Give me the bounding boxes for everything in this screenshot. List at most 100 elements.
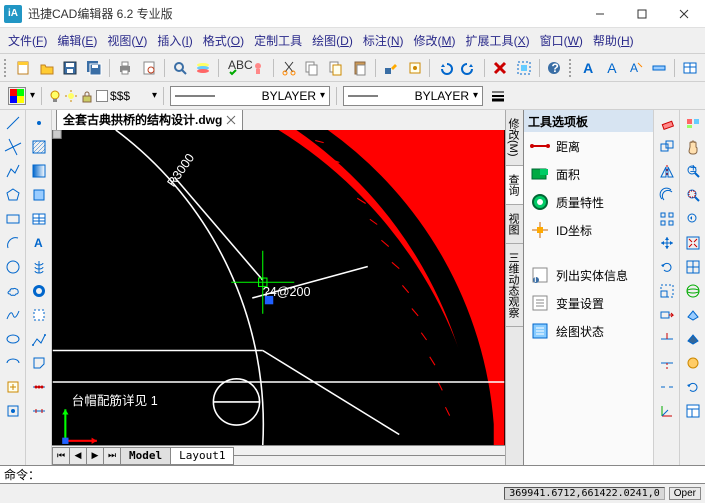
circle-tool[interactable] xyxy=(2,256,24,278)
open-file-button[interactable] xyxy=(36,57,58,79)
print-preview-button[interactable] xyxy=(138,57,160,79)
menu-view[interactable]: 视图(V) xyxy=(103,30,151,51)
line-tool[interactable] xyxy=(2,112,24,134)
cut-button[interactable] xyxy=(278,57,300,79)
copy-tool[interactable] xyxy=(656,136,678,158)
layer-dropdown[interactable]: $$$ ▾ xyxy=(48,89,157,103)
mtext-tool[interactable]: A xyxy=(28,232,50,254)
spellcheck-button[interactable]: ABC xyxy=(223,57,245,79)
make-block-tool[interactable] xyxy=(2,400,24,422)
tab-first-button[interactable]: ⏮ xyxy=(52,447,70,465)
drawing-canvas[interactable]: R3000 ?4@200 台帽配筋详见 1 xyxy=(52,130,505,445)
menu-extend-tools[interactable]: 扩展工具(X) xyxy=(462,30,534,51)
measure-tool[interactable] xyxy=(28,400,50,422)
extend-tool[interactable] xyxy=(656,352,678,374)
menu-insert[interactable]: 插入(I) xyxy=(153,30,196,51)
palette-item-setvar[interactable]: 变量设置 xyxy=(524,289,653,317)
hide-tool[interactable] xyxy=(682,304,704,326)
palette-item-area[interactable]: 面积 xyxy=(524,160,653,188)
zoom-window-tool[interactable] xyxy=(682,184,704,206)
palette-tab-view[interactable]: 视图 xyxy=(506,205,523,244)
toolbar-grip[interactable] xyxy=(569,59,573,77)
boundary-tool[interactable] xyxy=(28,352,50,374)
divide-tool[interactable] xyxy=(28,376,50,398)
menu-annotate[interactable]: 标注(N) xyxy=(359,30,408,51)
menu-draw[interactable]: 绘图(D) xyxy=(308,30,357,51)
print-button[interactable] xyxy=(114,57,136,79)
viewport-tool[interactable] xyxy=(682,256,704,278)
linetype-dropdown[interactable]: BYLAYER ▾ xyxy=(170,86,330,106)
layer-button[interactable] xyxy=(192,57,214,79)
menu-window[interactable]: 窗口(W) xyxy=(536,30,587,51)
dim-style-icon[interactable] xyxy=(649,57,671,79)
save-all-button[interactable] xyxy=(83,57,105,79)
tab-prev-button[interactable]: ◀ xyxy=(69,447,87,465)
hatch-tool[interactable] xyxy=(28,136,50,158)
undo-button[interactable] xyxy=(434,57,456,79)
scale-tool[interactable] xyxy=(656,280,678,302)
shade-tool[interactable] xyxy=(682,328,704,350)
tab-next-button[interactable]: ▶ xyxy=(86,447,104,465)
palette-item-list[interactable]: i 列出实体信息 xyxy=(524,261,653,289)
menu-edit[interactable]: 编辑(E) xyxy=(53,30,101,51)
status-oper-button[interactable]: Oper xyxy=(669,487,701,500)
close-button[interactable] xyxy=(663,0,705,28)
copy-with-base-button[interactable] xyxy=(325,57,347,79)
polygon-tool[interactable] xyxy=(2,184,24,206)
menu-custom-tools[interactable]: 定制工具 xyxy=(250,30,306,51)
rectangle-tool[interactable] xyxy=(2,208,24,230)
model-tab[interactable]: Model xyxy=(120,447,171,465)
menu-format[interactable]: 格式(O) xyxy=(199,30,248,51)
document-tab[interactable]: 全套古典拱桥的结构设计.dwg xyxy=(56,110,243,130)
lineweight-dropdown[interactable]: BYLAYER ▾ xyxy=(343,86,483,106)
redo-button[interactable] xyxy=(458,57,480,79)
toolbar-grip[interactable] xyxy=(4,59,8,77)
paste-button[interactable] xyxy=(349,57,371,79)
close-tab-icon[interactable] xyxy=(226,115,236,125)
wipeout-tool[interactable] xyxy=(28,304,50,326)
trim-tool[interactable] xyxy=(656,328,678,350)
palette-item-massprop[interactable]: 质量特性 xyxy=(524,188,653,216)
table-style-icon[interactable] xyxy=(679,57,701,79)
zoom-extents-tool[interactable] xyxy=(682,232,704,254)
save-button[interactable] xyxy=(60,57,82,79)
polyline-tool[interactable] xyxy=(2,160,24,182)
palette-tab-inquiry[interactable]: 查询 xyxy=(506,166,523,205)
helix-tool[interactable] xyxy=(28,256,50,278)
stretch-tool[interactable] xyxy=(656,304,678,326)
help-button[interactable]: ? xyxy=(543,57,565,79)
find-button[interactable] xyxy=(169,57,191,79)
menu-modify[interactable]: 修改(M) xyxy=(410,30,460,51)
tab-last-button[interactable]: ⏭ xyxy=(103,447,121,465)
ellipse-tool[interactable] xyxy=(2,328,24,350)
ellipse-arc-tool[interactable] xyxy=(2,352,24,374)
menu-file[interactable]: 文件(F) xyxy=(4,30,51,51)
lineweight-settings-icon[interactable] xyxy=(487,85,509,107)
3dpoly-tool[interactable] xyxy=(28,328,50,350)
delete-button[interactable] xyxy=(489,57,511,79)
xline-tool[interactable] xyxy=(2,136,24,158)
gradient-tool[interactable] xyxy=(28,160,50,182)
select-all-button[interactable] xyxy=(513,57,535,79)
text-style-a1[interactable]: A xyxy=(577,57,599,79)
text-style-a2[interactable]: A xyxy=(601,57,623,79)
palette-item-distance[interactable]: 距离 xyxy=(524,132,653,160)
erase-tool[interactable] xyxy=(656,112,678,134)
command-line[interactable]: 命令： xyxy=(0,465,705,483)
render-tool[interactable] xyxy=(682,352,704,374)
new-file-button[interactable] xyxy=(12,57,34,79)
maximize-button[interactable] xyxy=(621,0,663,28)
3dorbit-tool[interactable] xyxy=(682,280,704,302)
properties-tool[interactable] xyxy=(682,400,704,422)
array-tool[interactable] xyxy=(656,208,678,230)
rotate-tool[interactable] xyxy=(656,256,678,278)
table-tool[interactable] xyxy=(28,208,50,230)
palette-header[interactable]: 工具选项板 xyxy=(524,110,653,132)
palette-item-id[interactable]: ID坐标 xyxy=(524,216,653,244)
block-button[interactable] xyxy=(404,57,426,79)
menu-help[interactable]: 帮助(H) xyxy=(589,30,638,51)
palette-tab-3dorbit[interactable]: 三维动态观察 xyxy=(506,244,523,327)
point-tool[interactable] xyxy=(28,112,50,134)
donut-tool[interactable] xyxy=(28,280,50,302)
move-tool[interactable] xyxy=(656,232,678,254)
